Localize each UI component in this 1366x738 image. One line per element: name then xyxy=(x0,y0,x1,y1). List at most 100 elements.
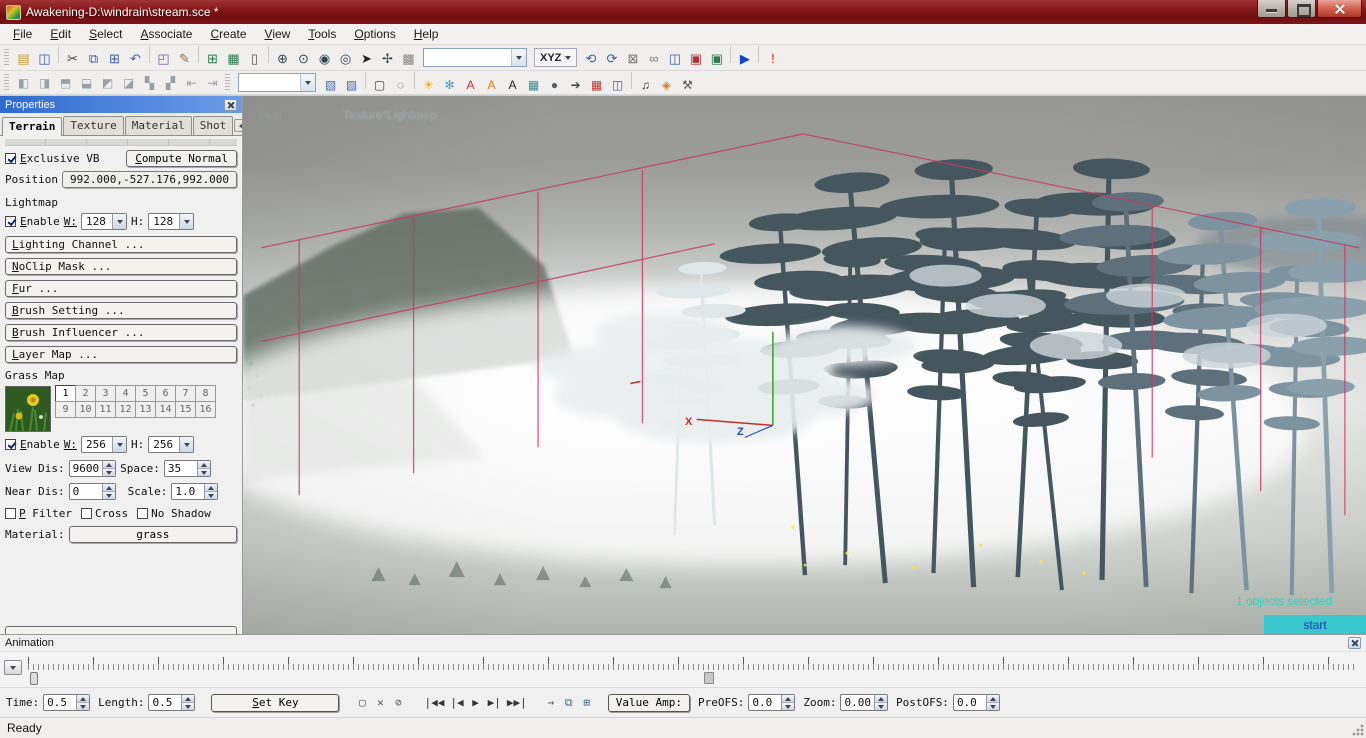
near-dis-spinner[interactable]: 0 xyxy=(69,483,116,500)
spinner-arrows[interactable] xyxy=(986,695,999,710)
dock-left-icon[interactable]: ◧ xyxy=(13,74,34,92)
undo-icon[interactable]: ↶ xyxy=(125,49,146,69)
font-black-icon[interactable]: A xyxy=(502,76,523,94)
space-spinner[interactable]: 35 xyxy=(164,460,211,477)
goto-icon[interactable]: → xyxy=(542,693,560,711)
next-frame-button[interactable]: ▶| xyxy=(485,694,504,712)
split-v-icon[interactable]: ◪ xyxy=(118,74,139,92)
chevron-down-icon[interactable] xyxy=(179,437,193,452)
snap-grid-icon[interactable]: ▩ xyxy=(398,49,419,69)
add-grid-icon[interactable]: ⊞ xyxy=(202,49,223,69)
go-start-button[interactable]: |◀◀ xyxy=(421,694,447,712)
grass-cell[interactable]: 15 xyxy=(175,401,196,418)
menu-help[interactable]: Help xyxy=(405,24,448,44)
font-red-icon[interactable]: A xyxy=(460,76,481,94)
grid-star-icon[interactable]: ▦ xyxy=(223,49,244,69)
scale-value[interactable]: 1.0 xyxy=(172,484,204,499)
playhead[interactable] xyxy=(704,672,714,684)
grass-height-dropdown[interactable]: 256 xyxy=(148,436,194,453)
postofs-spinner[interactable]: 0.0 xyxy=(953,694,1000,711)
minimize-button[interactable] xyxy=(1257,0,1286,18)
view-label[interactable]: User xyxy=(257,108,282,122)
grass-cell[interactable]: 11 xyxy=(95,401,116,418)
spinner-arrows[interactable] xyxy=(102,484,115,499)
filter-combo[interactable] xyxy=(238,73,316,92)
lightmap-enable-checkbox[interactable] xyxy=(5,216,16,227)
near-dis-value[interactable]: 0 xyxy=(70,484,102,499)
wrench-icon[interactable]: ⚒ xyxy=(677,76,698,94)
axis-mode-dropdown[interactable]: XYZ xyxy=(534,48,577,67)
copy-icon[interactable]: ⧉ xyxy=(83,49,104,69)
space-value[interactable]: 35 xyxy=(165,461,197,476)
timeline-handle[interactable] xyxy=(30,672,38,685)
tab-scroll-left-icon[interactable] xyxy=(234,119,243,132)
position-value[interactable]: 992.000,-527.176,992.000 xyxy=(62,171,237,188)
spinner-arrows[interactable] xyxy=(102,461,115,476)
time-value[interactable]: 0.5 xyxy=(44,695,76,710)
package-icon[interactable]: ◰ xyxy=(153,49,174,69)
menu-select[interactable]: Select xyxy=(80,24,131,44)
lock-icon[interactable]: ⊠ xyxy=(622,49,643,69)
grass-cell[interactable]: 7 xyxy=(175,385,196,402)
grass-enable-checkbox[interactable] xyxy=(5,439,16,450)
grass-cell[interactable]: 2 xyxy=(75,385,96,402)
pointer-icon[interactable]: ➤ xyxy=(356,49,377,69)
link-icon[interactable]: ∞ xyxy=(643,49,664,69)
grass-cell[interactable]: 4 xyxy=(115,385,136,402)
view-dis-value[interactable]: 9600 xyxy=(70,461,103,476)
no-shadow-checkbox[interactable] xyxy=(137,508,148,519)
menu-view[interactable]: View xyxy=(256,24,300,44)
spinner-arrows[interactable] xyxy=(781,695,794,710)
compute-normal-button[interactable]: Compute Normal xyxy=(126,150,237,167)
image-icon[interactable]: ▦ xyxy=(523,76,544,94)
dock-bottom-icon[interactable]: ⬓ xyxy=(76,74,97,92)
play-button[interactable]: ▶ xyxy=(467,694,485,712)
chevron-down-icon[interactable] xyxy=(179,214,193,229)
lighting-channel-button[interactable]: Lighting Channel ... xyxy=(5,236,237,253)
shift-right-icon[interactable]: ⇥ xyxy=(202,74,223,92)
lightmap-width-dropdown[interactable]: 128 xyxy=(81,213,127,230)
pan-hand-icon[interactable]: ◉ xyxy=(314,49,335,69)
spinner-arrows[interactable] xyxy=(181,695,194,710)
animation-timeline[interactable] xyxy=(0,652,1366,688)
rotate-left-icon[interactable]: ⟲ xyxy=(580,49,601,69)
viewport-3d[interactable]: User Texture*Lightmap X Z 1 objects sele… xyxy=(243,96,1366,634)
spinner-arrows[interactable] xyxy=(197,461,210,476)
copy-keys-icon[interactable]: ⧉ xyxy=(560,694,578,712)
view-dis-spinner[interactable]: 9600 xyxy=(69,460,117,477)
select-circle-icon[interactable]: ◌ xyxy=(390,76,411,94)
toolbar-gripper[interactable] xyxy=(225,74,230,91)
save-icon[interactable]: ◫ xyxy=(34,49,55,69)
alert-icon[interactable]: ! xyxy=(762,49,783,69)
chevron-down-icon[interactable] xyxy=(112,437,126,452)
time-spinner[interactable]: 0.5 xyxy=(43,694,90,711)
zoom-region-icon[interactable]: ◎ xyxy=(335,49,356,69)
tab-terrain[interactable]: Terrain xyxy=(2,117,62,136)
grass-cell[interactable]: 3 xyxy=(95,385,116,402)
db-red-icon[interactable]: ▣ xyxy=(685,49,706,69)
layer-map-button[interactable]: Layer Map ... xyxy=(5,346,237,363)
object-combo[interactable] xyxy=(423,48,527,67)
brush-setting-button[interactable]: Brush Setting ... xyxy=(5,302,237,319)
run-icon[interactable]: ▶ xyxy=(734,49,755,69)
spinner-arrows[interactable] xyxy=(204,484,217,499)
properties-header[interactable]: Properties xyxy=(0,96,242,113)
track-select-dropdown[interactable] xyxy=(4,660,22,675)
spinner-arrows[interactable] xyxy=(76,695,89,710)
grass-cell[interactable]: 10 xyxy=(75,401,96,418)
grass-cell[interactable]: 6 xyxy=(155,385,176,402)
delete-key-icon[interactable]: ✕ xyxy=(371,694,389,712)
diamond-icon[interactable]: ◈ xyxy=(656,76,677,94)
start-badge[interactable]: start xyxy=(1264,615,1366,634)
render-mode-label[interactable]: Texture*Lightmap xyxy=(343,108,436,122)
dock-top-icon[interactable]: ⬒ xyxy=(55,74,76,92)
preofs-value[interactable]: 0.0 xyxy=(749,695,781,710)
exclusive-vb-checkbox[interactable] xyxy=(5,153,16,164)
length-spinner[interactable]: 0.5 xyxy=(148,694,195,711)
corner-b-icon[interactable]: ▞ xyxy=(160,74,181,92)
noclip-mask-button[interactable]: NoClip Mask ... xyxy=(5,258,237,275)
menu-create[interactable]: Create xyxy=(201,24,255,44)
sound-icon[interactable]: ♫ xyxy=(635,76,656,94)
zoom-spinner[interactable]: 0.00 xyxy=(840,694,888,711)
chevron-down-icon[interactable] xyxy=(511,49,526,66)
